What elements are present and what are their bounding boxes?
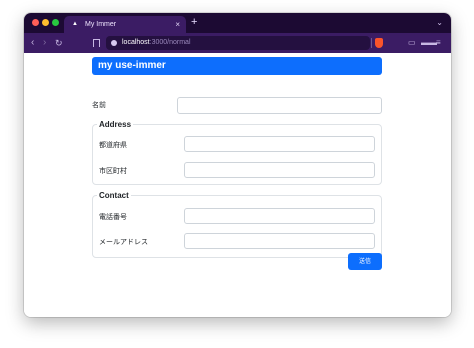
city-label: 市区町村 — [99, 168, 127, 175]
tab-favicon-icon: ▲ — [72, 21, 78, 27]
tab-close-icon[interactable]: × — [175, 16, 180, 33]
maximize-window-button[interactable] — [52, 19, 59, 26]
close-window-button[interactable] — [32, 19, 39, 26]
wallet-icon[interactable]: ▬▬ — [421, 33, 437, 53]
toolbar-divider — [371, 38, 372, 48]
menu-icon[interactable]: ≡ — [436, 33, 441, 53]
sidebar-icon[interactable]: ▭ — [408, 33, 416, 53]
tab-strip: ▲ My Immer × + ⌄ — [24, 13, 451, 33]
brave-shield-icon[interactable] — [375, 38, 383, 48]
phone-label: 電話番号 — [99, 214, 127, 221]
city-input[interactable] — [184, 162, 375, 178]
forward-icon[interactable]: › — [43, 33, 46, 53]
url-text[interactable]: localhost:3000/normal — [122, 36, 191, 50]
phone-input[interactable] — [184, 208, 375, 224]
minimize-window-button[interactable] — [42, 19, 49, 26]
email-input[interactable] — [184, 233, 375, 249]
new-tab-button[interactable]: + — [191, 14, 197, 31]
browser-window: ▲ My Immer × + ⌄ ‹ › ↻ localhost:3000/no… — [24, 13, 451, 317]
browser-toolbar: ‹ › ↻ localhost:3000/normal ▭ ▬▬ ≡ — [24, 33, 451, 53]
tab-title: My Immer — [85, 21, 117, 28]
email-label: メールアドレス — [99, 239, 148, 246]
page-title: my use-immer — [92, 57, 382, 75]
name-input[interactable] — [177, 97, 382, 114]
submit-button[interactable]: 送信 — [348, 253, 382, 270]
address-legend: Address — [99, 120, 132, 129]
prefecture-input[interactable] — [184, 136, 375, 152]
site-info-icon[interactable] — [111, 40, 117, 46]
back-icon[interactable]: ‹ — [31, 33, 34, 53]
browser-tab[interactable]: ▲ My Immer × — [64, 16, 186, 33]
page-content: my use-immer 名前 Address 都道府県 市区町村 Contac… — [24, 53, 451, 317]
bookmark-icon[interactable] — [93, 39, 100, 47]
reload-icon[interactable]: ↻ — [55, 33, 63, 53]
contact-legend: Contact — [99, 191, 129, 200]
prefecture-label: 都道府県 — [99, 142, 127, 149]
tab-list-icon[interactable]: ⌄ — [436, 14, 443, 31]
address-bar[interactable]: localhost:3000/normal — [106, 36, 370, 50]
name-label: 名前 — [92, 102, 106, 109]
